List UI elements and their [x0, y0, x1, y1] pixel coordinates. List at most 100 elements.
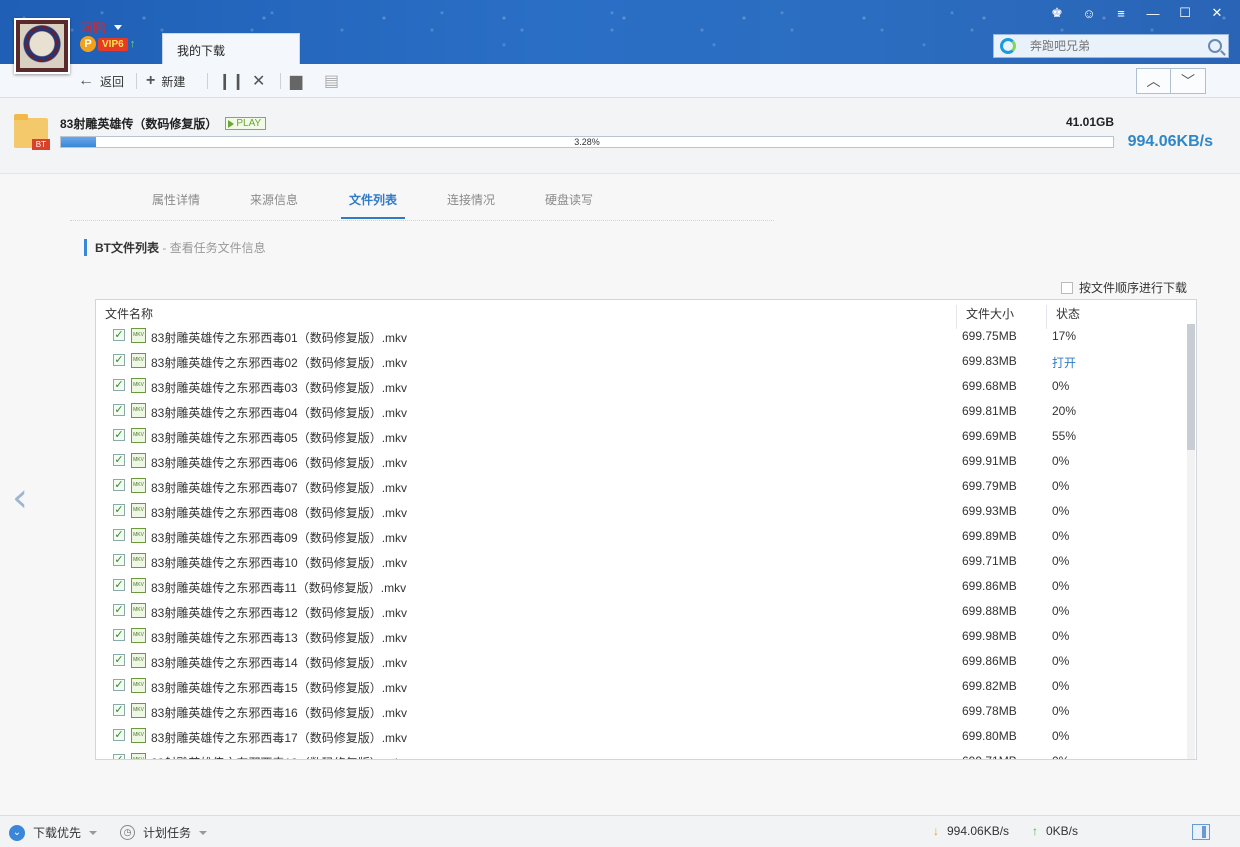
- file-name: 83射雕英雄传之东邪西毒11（数码修复版）.mkv: [151, 581, 407, 595]
- file-name: 83射雕英雄传之东邪西毒18（数码修复版）.mkv: [151, 754, 407, 759]
- vip-level: VIP6: [98, 37, 128, 51]
- video-file-icon: MKV: [131, 653, 146, 668]
- chevron-left-icon[interactable]: ‹: [12, 475, 28, 521]
- username-menu[interactable]: 阿鹏: [80, 18, 123, 37]
- chevron-down-icon: [89, 830, 98, 835]
- table-row[interactable]: ✓ MKV 83射雕英雄传之东邪西毒06（数码修复版）.mkv 699.91MB 0%: [96, 449, 1186, 474]
- table-row[interactable]: ✓ MKV 83射雕英雄传之东邪西毒14（数码修复版）.mkv 699.86MB 0%: [96, 649, 1186, 674]
- file-checkbox[interactable]: ✓: [113, 404, 125, 416]
- pause-button[interactable]: ❙❙: [218, 70, 245, 92]
- tab-properties[interactable]: 属性详情: [152, 191, 200, 208]
- sequential-download-option[interactable]: 按文件顺序进行下载: [1060, 279, 1187, 296]
- back-button[interactable]: ← 返回: [78, 70, 124, 92]
- minimize-icon[interactable]: —: [1142, 4, 1164, 22]
- column-header-size[interactable]: 文件大小: [966, 305, 1014, 322]
- file-name: 83射雕英雄传之东邪西毒05（数码修复版）.mkv: [151, 431, 408, 445]
- file-checkbox[interactable]: ✓: [113, 704, 125, 716]
- play-button[interactable]: PLAY: [225, 117, 267, 130]
- download-speed: 994.06KB/s: [1127, 133, 1213, 150]
- scheduled-task-menu[interactable]: ◷ 计划任务: [120, 824, 208, 841]
- table-row[interactable]: ✓ MKV 83射雕英雄传之东邪西毒10（数码修复版）.mkv 699.71MB 0%: [96, 549, 1186, 574]
- search-box[interactable]: [993, 34, 1229, 58]
- table-row[interactable]: ✓ MKV 83射雕英雄传之东邪西毒04（数码修复版）.mkv 699.81MB 20%: [96, 399, 1186, 424]
- file-checkbox[interactable]: ✓: [113, 679, 125, 691]
- tab-my-downloads[interactable]: 我的下载: [162, 33, 300, 64]
- file-checkbox[interactable]: ✓: [113, 529, 125, 541]
- file-size: 699.80MB: [962, 729, 1017, 743]
- table-row[interactable]: ✓ MKV 83射雕英雄传之东邪西毒02（数码修复版）.mkv 699.83MB 打开: [96, 349, 1186, 374]
- side-panel-icon[interactable]: [1192, 824, 1210, 840]
- file-checkbox[interactable]: ✓: [113, 429, 125, 441]
- table-row[interactable]: ✓ MKV 83射雕英雄传之东邪西毒15（数码修复版）.mkv 699.82MB 0%: [96, 674, 1186, 699]
- file-status: 0%: [1052, 479, 1070, 493]
- table-row[interactable]: ✓ MKV 83射雕英雄传之东邪西毒13（数码修复版）.mkv 699.98MB 0%: [96, 624, 1186, 649]
- file-checkbox[interactable]: ✓: [113, 479, 125, 491]
- close-icon[interactable]: ✕: [1206, 4, 1228, 22]
- menu-icon[interactable]: ≡: [1110, 4, 1132, 22]
- video-file-icon: MKV: [131, 628, 146, 643]
- file-checkbox[interactable]: ✓: [113, 604, 125, 616]
- file-status[interactable]: 打开: [1052, 354, 1076, 371]
- download-priority-menu[interactable]: ⌄ 下载优先: [9, 824, 98, 841]
- table-row[interactable]: ✓ MKV 83射雕英雄传之东邪西毒08（数码修复版）.mkv 699.93MB 0%: [96, 499, 1186, 524]
- file-checkbox[interactable]: ✓: [113, 329, 125, 341]
- table-row[interactable]: ✓ MKV 83射雕英雄传之东邪西毒17（数码修复版）.mkv 699.80MB 0%: [96, 724, 1186, 749]
- file-status: 17%: [1052, 329, 1077, 343]
- file-size: 699.83MB: [962, 354, 1017, 368]
- skin-icon[interactable]: ♚: [1046, 4, 1068, 22]
- column-header-name[interactable]: 文件名称: [105, 305, 153, 322]
- open-folder-button[interactable]: ▆: [290, 70, 302, 92]
- file-size: 699.86MB: [962, 579, 1017, 593]
- file-status: 0%: [1052, 454, 1070, 468]
- tab-file-list[interactable]: 文件列表: [340, 191, 406, 219]
- delete-button[interactable]: ✕: [252, 70, 265, 92]
- sequential-download-label: 按文件顺序进行下载: [1078, 281, 1187, 295]
- file-checkbox[interactable]: ✓: [113, 554, 125, 566]
- scrollbar-thumb[interactable]: [1187, 324, 1195, 450]
- table-row[interactable]: ✓ MKV 83射雕英雄传之东邪西毒01（数码修复版）.mkv 699.75MB 17%: [96, 324, 1186, 349]
- vip-badge[interactable]: P VIP6 ↑: [80, 36, 135, 52]
- file-checkbox[interactable]: ✓: [113, 754, 125, 759]
- file-checkbox[interactable]: ✓: [113, 729, 125, 741]
- new-task-button[interactable]: + 新建: [146, 70, 185, 92]
- details-button[interactable]: ▤: [324, 70, 339, 92]
- previous-task-button[interactable]: ︿: [1136, 68, 1171, 94]
- sequential-download-checkbox[interactable]: [1060, 281, 1073, 294]
- table-row[interactable]: ✓ MKV 83射雕英雄传之东邪西毒11（数码修复版）.mkv 699.86MB 0%: [96, 574, 1186, 599]
- column-header-status[interactable]: 状态: [1056, 305, 1080, 322]
- scrollbar[interactable]: [1187, 324, 1195, 759]
- tab-connections[interactable]: 连接情况: [447, 191, 495, 208]
- file-checkbox[interactable]: ✓: [113, 379, 125, 391]
- file-checkbox[interactable]: ✓: [113, 454, 125, 466]
- tab-sources[interactable]: 来源信息: [250, 191, 298, 208]
- file-status: 0%: [1052, 679, 1070, 693]
- total-upload-speed-value: 0KB/s: [1046, 824, 1079, 838]
- table-row[interactable]: ✓ MKV 83射雕英雄传之东邪西毒05（数码修复版）.mkv 699.69MB 55%: [96, 424, 1186, 449]
- table-row[interactable]: ✓ MKV 83射雕英雄传之东邪西毒09（数码修复版）.mkv 699.89MB 0%: [96, 524, 1186, 549]
- next-task-button[interactable]: ﹀: [1171, 68, 1206, 94]
- table-row[interactable]: ✓ MKV 83射雕英雄传之东邪西毒18（数码修复版）.mkv 699.71MB 0%: [96, 749, 1186, 759]
- file-checkbox[interactable]: ✓: [113, 654, 125, 666]
- table-row[interactable]: ✓ MKV 83射雕英雄传之东邪西毒16（数码修复版）.mkv 699.78MB 0%: [96, 699, 1186, 724]
- table-row[interactable]: ✓ MKV 83射雕英雄传之东邪西毒12（数码修复版）.mkv 699.88MB 0%: [96, 599, 1186, 624]
- file-checkbox[interactable]: ✓: [113, 629, 125, 641]
- search-input[interactable]: [1030, 39, 1208, 53]
- table-row[interactable]: ✓ MKV 83射雕英雄传之东邪西毒03（数码修复版）.mkv 699.68MB 0%: [96, 374, 1186, 399]
- file-size: 699.79MB: [962, 479, 1017, 493]
- avatar[interactable]: [14, 18, 70, 74]
- user-icon[interactable]: ☺: [1078, 4, 1100, 22]
- file-size: 699.78MB: [962, 704, 1017, 718]
- tab-disk-io[interactable]: 硬盘读写: [545, 191, 593, 208]
- search-icon[interactable]: [1208, 39, 1222, 53]
- file-checkbox[interactable]: ✓: [113, 504, 125, 516]
- table-row[interactable]: ✓ MKV 83射雕英雄传之东邪西毒07（数码修复版）.mkv 699.79MB 0%: [96, 474, 1186, 499]
- arrow-up-icon: ↑: [129, 38, 136, 50]
- video-file-icon: MKV: [131, 328, 146, 343]
- new-label: 新建: [161, 74, 186, 89]
- file-checkbox[interactable]: ✓: [113, 579, 125, 591]
- file-table: 文件名称 文件大小 状态 ✓ MKV 83射雕英雄传之东邪西毒01（数码修复版）.m…: [95, 299, 1197, 760]
- delete-icon: ✕: [252, 73, 266, 90]
- folder-icon: ▆: [290, 73, 303, 90]
- file-checkbox[interactable]: ✓: [113, 354, 125, 366]
- maximize-icon[interactable]: ☐: [1174, 4, 1196, 22]
